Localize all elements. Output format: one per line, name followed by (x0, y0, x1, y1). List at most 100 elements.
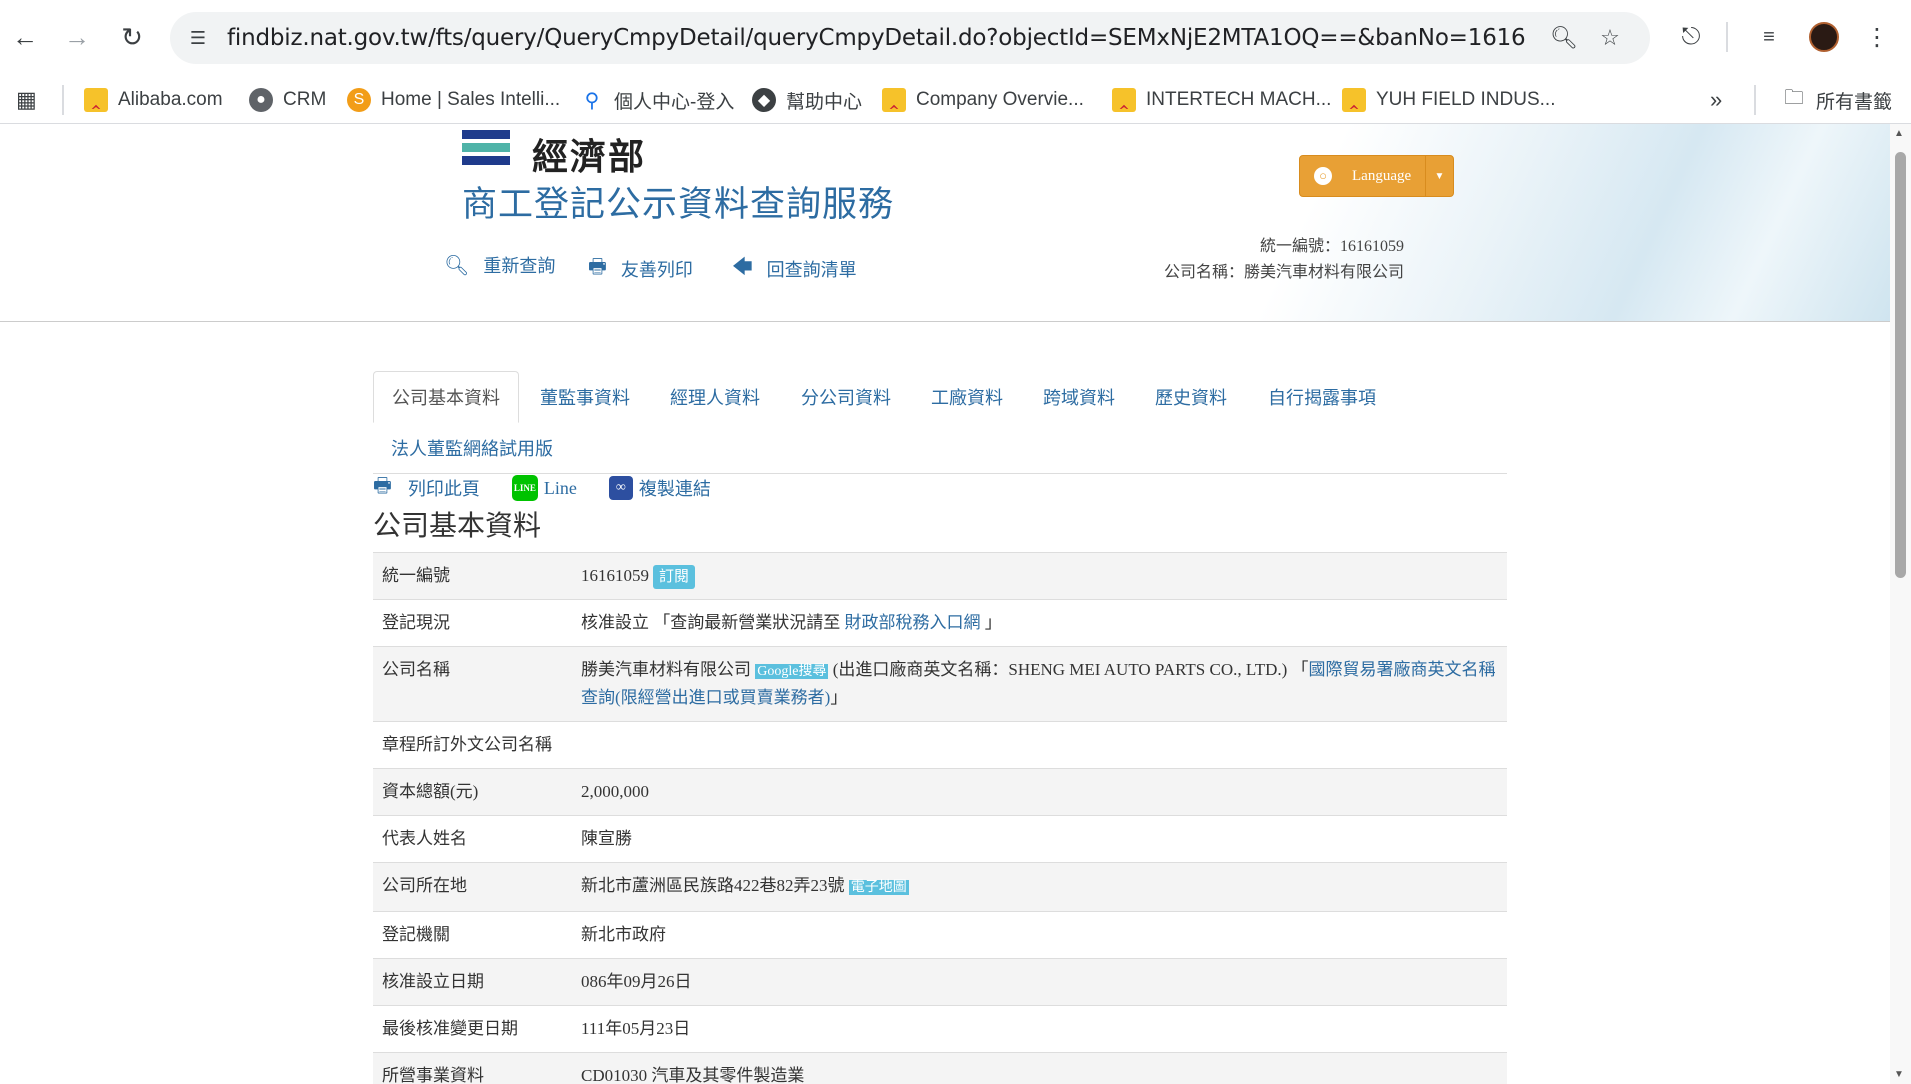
all-bookmarks-folder[interactable]: 🗀︎ 所有書籤 (1782, 82, 1892, 118)
bookmark-help-center[interactable]: ◆ 幫助中心 (752, 82, 862, 118)
tab-history[interactable]: 歷史資料 (1155, 384, 1227, 410)
map-link[interactable]: 電子地圖 (848, 880, 909, 895)
tab-cross-domain[interactable]: 跨域資料 (1043, 384, 1115, 410)
bookmark-yuh-field[interactable]: ‸ YUH FIELD INDUS... (1342, 82, 1555, 118)
folder-icon: 🗀︎ (1784, 87, 1804, 109)
link-label: 重新查詢 (483, 256, 556, 276)
friendly-print-link[interactable]: 🖶︎ 友善列印 (588, 252, 693, 286)
bookmark-favicon: ‸ (1342, 88, 1366, 112)
row-value: 2,000,000 (581, 782, 649, 801)
trade-suffix: 」 (830, 688, 848, 707)
back-to-list-link[interactable]: 🡄 回查詢清單 (732, 252, 857, 286)
tab-factories[interactable]: 工廠資料 (931, 384, 1003, 410)
table-row: 所營事業資料 CD01030 汽車及其零件製造業 (373, 1052, 1507, 1084)
row-value: 111年05月23日 (581, 1019, 691, 1038)
bookmark-sales-intelligence[interactable]: S Home | Sales Intelli... (347, 82, 560, 118)
row-label: 公司名稱 (382, 660, 450, 679)
bookmarks-divider (1754, 85, 1756, 115)
table-row: 資本總額(元) 2,000,000 (373, 768, 1507, 816)
row-value: 16161059 訂閱 (572, 553, 1507, 600)
address-bar[interactable]: ☰ findbiz.nat.gov.tw/fts/query/QueryCmpy… (170, 12, 1650, 64)
zoom-icon[interactable]: 🔍︎ (1548, 22, 1580, 54)
table-row: 登記現況 核准設立 「查詢最新營業狀況請至 財政部稅務入口網 」 (373, 599, 1507, 647)
tab-managers[interactable]: 經理人資料 (670, 384, 760, 410)
row-label: 章程所訂外文公司名稱 (382, 735, 552, 754)
row-value: 勝美汽車材料有限公司 Google搜尋 (出進口廠商英文名稱：SHENG MEI… (572, 647, 1507, 722)
line-share-link[interactable]: LINE Line (511, 475, 577, 501)
moea-logo (462, 130, 510, 176)
tab-director-network[interactable]: 法人董監網絡試用版 (391, 435, 553, 461)
status-text: 核准設立 「查詢最新營業狀況請至 (581, 613, 845, 632)
tab-self-disclosure[interactable]: 自行揭露事項 (1268, 384, 1376, 410)
tab-basic-info[interactable]: 公司基本資料 (373, 371, 519, 423)
table-row: 登記機關 新北市政府 (373, 911, 1507, 959)
tax-portal-link[interactable]: 財政部稅務入口網 (845, 613, 981, 632)
action-label: 複製連結 (638, 479, 711, 499)
row-value: 陳宣勝 (581, 829, 632, 848)
link-icon: ∞ (608, 476, 633, 500)
browser-toolbar: ← → ↻ ☰ findbiz.nat.gov.tw/fts/query/Que… (0, 0, 1911, 76)
scroll-up-icon[interactable]: ▲ (1894, 128, 1904, 139)
bookmark-label: Company Overvie... (916, 89, 1084, 110)
bookmark-crm[interactable]: ● CRM (249, 82, 326, 118)
scrollbar-thumb[interactable] (1895, 152, 1906, 578)
language-dropdown-button[interactable]: ○ Language ▼ (1299, 155, 1454, 197)
star-bookmark-icon[interactable]: ☆ (1594, 22, 1626, 54)
row-value: 新北市蘆洲區民族路422巷82弄23號 電子地圖 (572, 863, 1507, 912)
back-icon[interactable]: ← (6, 18, 44, 56)
status-suffix: 」 (980, 613, 1002, 632)
menu-kebab-icon[interactable]: ⋮ (1858, 18, 1896, 56)
copy-link-button[interactable]: ∞ 複製連結 (608, 475, 711, 501)
ban-line: 統一編號：16161059 (1259, 238, 1404, 255)
row-label: 代表人姓名 (382, 829, 467, 848)
table-row: 最後核准變更日期 111年05月23日 (373, 1005, 1507, 1053)
bookmark-alibaba[interactable]: ‸ Alibaba.com (84, 82, 223, 118)
row-label: 統一編號 (382, 566, 450, 585)
table-row: 公司所在地 新北市蘆洲區民族路422巷82弄23號 電子地圖 (373, 862, 1507, 912)
media-control-icon[interactable]: ≡ (1750, 18, 1788, 56)
tab-branches[interactable]: 分公司資料 (801, 384, 891, 410)
row-value: 核准設立 「查詢最新營業狀況請至 財政部稅務入口網 」 (572, 600, 1507, 647)
share-actions: 🖶︎ 列印此頁 LINE Line ∞ 複製連結 (373, 468, 743, 508)
line-icon: LINE (511, 475, 538, 501)
address-text: 新北市蘆洲區民族路422巷82弄23號 (581, 876, 845, 895)
detail-tabs: 公司基本資料 董監事資料 經理人資料 分公司資料 工廠資料 跨域資料 歷史資料 … (373, 348, 1507, 474)
link-label: 回查詢清單 (766, 260, 857, 280)
scroll-down-icon[interactable]: ▼ (1894, 1069, 1904, 1080)
profile-avatar[interactable] (1805, 18, 1843, 56)
ministry-name: 經濟部 (532, 137, 647, 177)
bookmark-favicon: ‸ (84, 88, 108, 112)
english-name: (出進口廠商英文名稱：SHENG MEI AUTO PARTS CO., LTD… (832, 660, 1309, 679)
bookmark-favicon: S (347, 88, 371, 112)
row-label: 核准設立日期 (382, 972, 484, 991)
row-value: CD01030 汽車及其零件製造業 (581, 1066, 805, 1084)
apps-grid-icon[interactable]: ▦ (16, 82, 37, 118)
reload-icon[interactable]: ↻ (113, 18, 151, 56)
print-page-link[interactable]: 🖶︎ 列印此頁 (373, 471, 480, 505)
site-title[interactable]: 商工登記公示資料查詢服務 (462, 176, 894, 227)
subscribe-button[interactable]: 訂閱 (653, 565, 696, 589)
table-row: 核准設立日期 086年09月26日 (373, 958, 1507, 1006)
url-text[interactable]: findbiz.nat.gov.tw/fts/query/QueryCmpyDe… (227, 25, 1527, 51)
extensions-icon[interactable]: ⎋ (1672, 18, 1710, 56)
language-label: Language (1352, 167, 1412, 184)
bookmark-company-overview[interactable]: ‸ Company Overvie... (882, 82, 1084, 118)
link-label: 友善列印 (620, 260, 693, 280)
location-pin-icon: ⚲ (584, 89, 600, 112)
row-value (572, 722, 1507, 769)
caret-down-icon[interactable]: ▼ (1425, 156, 1453, 196)
bookmark-favicon: ‸ (1112, 88, 1136, 112)
table-row: 代表人姓名 陳宣勝 (373, 815, 1507, 863)
page-scrollbar[interactable]: ▲ ▼ (1890, 124, 1911, 1084)
site-info-icon[interactable]: ☰ (182, 22, 214, 54)
bookmark-intertech[interactable]: ‸ INTERTECH MACH... (1112, 82, 1331, 118)
bookmark-label: 個人中心-登入 (614, 91, 735, 113)
new-search-link[interactable]: 🔍︎ 重新查詢 (444, 252, 555, 278)
bookmark-label: YUH FIELD INDUS... (1376, 89, 1556, 110)
tab-directors[interactable]: 董監事資料 (540, 384, 630, 410)
forward-icon[interactable]: → (58, 18, 96, 56)
google-search-link[interactable]: Google搜尋 (755, 664, 829, 679)
bookmark-personal-center[interactable]: ⚲ 個人中心-登入 (580, 82, 735, 118)
globe-icon: ● (249, 88, 273, 112)
more-bookmarks-icon[interactable]: » (1710, 82, 1722, 118)
